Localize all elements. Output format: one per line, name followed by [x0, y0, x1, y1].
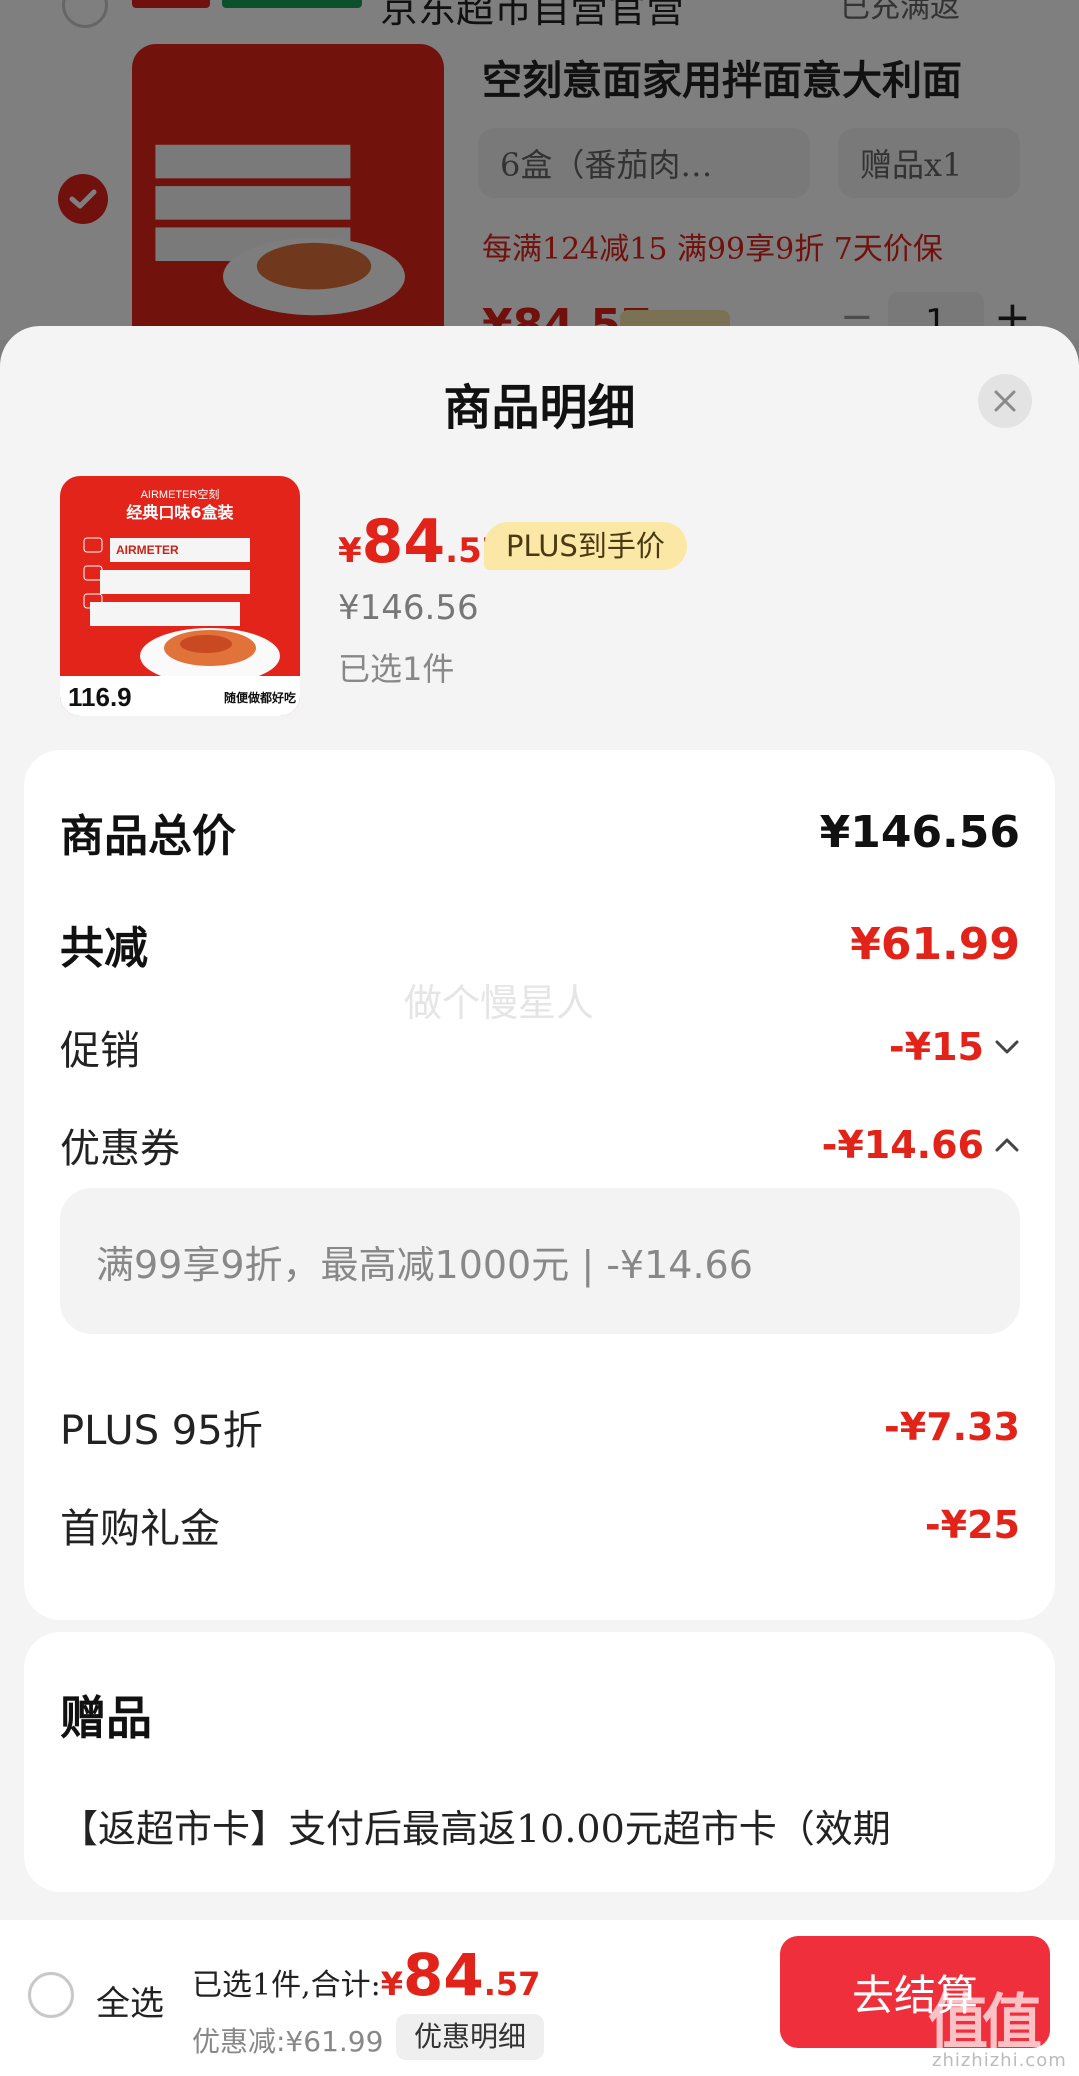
- plus-discount-value: -¥7.33: [884, 1405, 1020, 1449]
- coupon-detail: 满99享9折，最高减1000元 | -¥14.66: [60, 1188, 1020, 1334]
- product-box-label: AIRMETER: [116, 543, 179, 557]
- product-price-tag: 116.9: [68, 682, 132, 712]
- modal-overlay[interactable]: [0, 0, 1079, 340]
- total-currency: ¥: [380, 1965, 403, 2003]
- total-reduce-value: ¥61.99: [850, 918, 1020, 970]
- first-purchase-label: 首购礼金: [60, 1506, 220, 1552]
- discount-text: 优惠减:¥61.99: [192, 2025, 384, 2058]
- close-button[interactable]: [978, 374, 1032, 428]
- promo-label: 促销: [60, 1028, 140, 1074]
- first-purchase-value: -¥25: [924, 1503, 1020, 1547]
- plus-discount-label: PLUS 95折: [60, 1408, 263, 1454]
- checkout-bar: 全选 已选1件,合计: ¥ 84 .57 优惠减:¥61.99 优惠明细 去结算…: [0, 1920, 1079, 2076]
- site-watermark-url: zhizhizhi.com: [932, 2050, 1067, 2071]
- first-purchase-row: 首购礼金 -¥25: [60, 1496, 1020, 1554]
- discount-detail-button[interactable]: 优惠明细: [396, 2014, 545, 2060]
- price-breakdown-card: 商品总价 ¥146.56 共减 ¥61.99 做个慢星人 促销 -¥15 优惠券…: [24, 750, 1055, 1620]
- gift-card: 赠品 【返超市卡】支付后最高返10.00元超市卡（效期: [24, 1632, 1055, 1892]
- total-price-label: 商品总价: [60, 811, 236, 862]
- total-price-value: ¥146.56: [819, 806, 1020, 858]
- total-reduce-label: 共减: [60, 923, 148, 974]
- coupon-value-wrap[interactable]: -¥14.66: [822, 1123, 1020, 1167]
- promo-value-wrap[interactable]: -¥15: [889, 1025, 1020, 1069]
- total-decimal: .57: [483, 1965, 541, 2003]
- total-reduce-row: 共减 ¥61.99: [60, 912, 1020, 976]
- coupon-value: -¥14.66: [821, 1123, 984, 1167]
- gift-heading: 赠品: [60, 1691, 152, 1745]
- promo-row[interactable]: 促销 -¥15: [60, 1018, 1020, 1076]
- price-integer: 84: [361, 507, 446, 577]
- promo-value: -¥15: [888, 1025, 984, 1069]
- product-image-headline: 经典口味6盒装: [126, 503, 233, 522]
- selected-count: 已选1件: [338, 650, 455, 688]
- total-summary: 已选1件,合计: ¥ 84 .57: [192, 1946, 540, 2004]
- chevron-down-icon: [995, 1040, 1019, 1054]
- plus-discount-row: PLUS 95折 -¥7.33: [60, 1398, 1020, 1456]
- chevron-up-icon: [995, 1138, 1019, 1152]
- close-icon: [994, 390, 1016, 412]
- select-all-checkbox[interactable]: [28, 1972, 74, 2018]
- coupon-row[interactable]: 优惠券 -¥14.66: [60, 1116, 1020, 1174]
- summary-text: 已选1件,合计:: [192, 1968, 381, 2003]
- product-image-brand: AIRMETER空刻: [141, 487, 220, 501]
- product-slogan: 随便做都好吃: [224, 690, 296, 705]
- product-image: AIRMETER空刻 经典口味6盒装 AIRMETER 116.9 随便做都好吃: [60, 476, 300, 716]
- total-price-row: 商品总价 ¥146.56: [60, 800, 1020, 864]
- gift-text: 【返超市卡】支付后最高返10.00元超市卡（效期: [60, 1807, 891, 1851]
- select-all-label[interactable]: 全选: [96, 1976, 164, 2025]
- original-price: ¥146.56: [338, 588, 479, 628]
- total-integer: 84: [403, 1941, 484, 2009]
- plus-badge: PLUS到手价: [484, 522, 687, 570]
- site-watermark-logo: 值值值: [928, 1988, 1042, 2076]
- plus-price: ¥ 84 .57: [338, 512, 505, 572]
- coupon-label: 优惠券: [60, 1126, 180, 1172]
- price-currency: ¥: [338, 531, 362, 571]
- sheet-title: 商品明细: [443, 380, 636, 436]
- product-detail-sheet: 商品明细 AIRMETER空刻 经典口味6盒装 AIRMETER 116.9 随…: [0, 326, 1079, 2076]
